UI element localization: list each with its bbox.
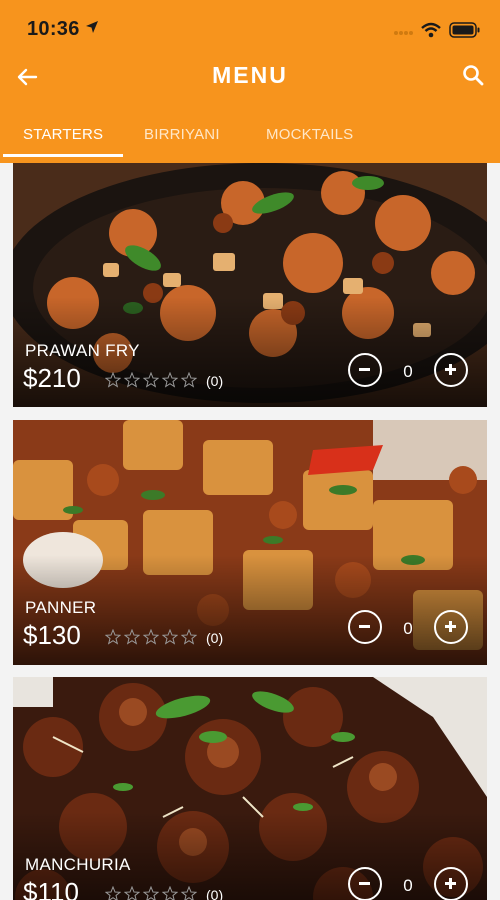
rating-count: (0)	[206, 887, 224, 900]
status-time: 10:36	[27, 18, 80, 40]
minus-circle-icon[interactable]	[348, 610, 382, 644]
star-outline-icon	[143, 372, 159, 388]
plus-circle-icon[interactable]	[434, 867, 468, 900]
star-outline-icon	[105, 629, 121, 645]
tab-starters[interactable]: STARTERS	[23, 126, 103, 143]
minus-circle-icon[interactable]	[348, 353, 382, 387]
page-title: MENU	[212, 62, 288, 88]
rating-count: (0)	[206, 373, 224, 389]
star-outline-icon	[162, 372, 178, 388]
rating-stars	[105, 372, 200, 388]
dish-name: PANNER	[25, 598, 97, 617]
tab-mocktails[interactable]: MOCKTAILS	[266, 126, 353, 143]
star-outline-icon	[124, 886, 140, 900]
star-outline-icon	[162, 886, 178, 900]
star-outline-icon	[181, 372, 197, 388]
dish-name: PRAWAN FRY	[25, 341, 140, 360]
star-outline-icon	[105, 372, 121, 388]
quantity-value: 0	[403, 876, 413, 895]
star-outline-icon	[105, 886, 121, 900]
rating-stars	[105, 629, 200, 645]
star-outline-icon	[181, 886, 197, 900]
battery-icon	[449, 22, 480, 38]
category-tabs: STARTERS BIRRIYANI MOCKTAILS	[0, 118, 500, 160]
menu-list[interactable]: PRAWAN FRY $210 (0) 0 PANNER $130 (0) 0 …	[0, 163, 500, 900]
menu-item-card[interactable]: PRAWAN FRY $210 (0) 0	[13, 163, 487, 407]
rating-count: (0)	[206, 630, 224, 646]
dish-price: $130	[23, 620, 81, 650]
tab-birriyani[interactable]: BIRRIYANI	[144, 126, 220, 143]
wifi-icon	[421, 22, 441, 38]
star-outline-icon	[181, 629, 197, 645]
star-outline-icon	[124, 372, 140, 388]
signal-dots-icon	[394, 31, 413, 35]
quantity-value: 0	[403, 619, 413, 638]
menu-item-card[interactable]: MANCHURIA $110 (0) 0	[13, 677, 487, 900]
plus-circle-icon[interactable]	[434, 353, 468, 387]
star-outline-icon	[143, 629, 159, 645]
menu-item-card[interactable]: PANNER $130 (0) 0	[13, 420, 487, 665]
dish-price: $210	[23, 363, 81, 393]
active-tab-indicator	[3, 154, 123, 157]
rating-stars	[105, 886, 200, 900]
star-outline-icon	[162, 629, 178, 645]
star-outline-icon	[143, 886, 159, 900]
dish-name: MANCHURIA	[25, 855, 131, 874]
dish-price: $110	[23, 877, 79, 900]
app-header: 10:36 MENU STARTERS BIRRIYANI MOCKTAILS	[0, 0, 500, 163]
search-icon[interactable]	[462, 64, 484, 86]
plus-circle-icon[interactable]	[434, 610, 468, 644]
title-bar: MENU	[0, 58, 500, 98]
location-arrow-icon	[86, 21, 98, 33]
quantity-value: 0	[403, 362, 413, 381]
status-bar: 10:36	[0, 0, 500, 58]
minus-circle-icon[interactable]	[348, 867, 382, 900]
star-outline-icon	[124, 629, 140, 645]
